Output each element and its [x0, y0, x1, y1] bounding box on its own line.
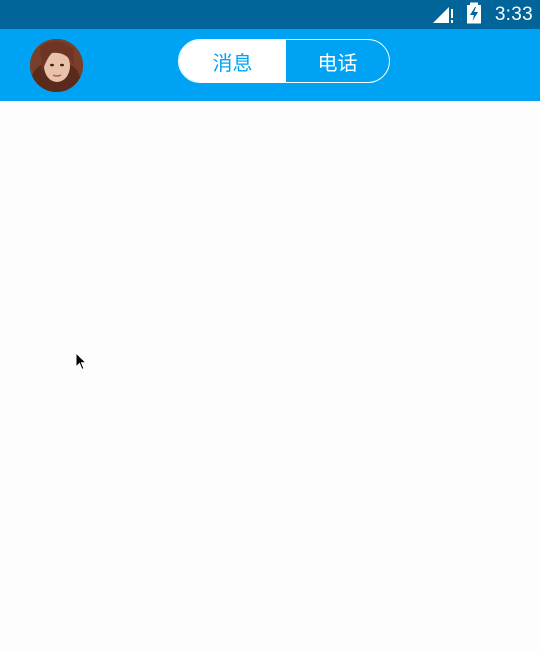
status-bar: 3:33 — [0, 0, 540, 29]
signal-icon — [433, 7, 453, 23]
tab-calls[interactable]: 电话 — [286, 40, 389, 82]
app-bar: 消息 电话 — [0, 29, 540, 101]
status-time: 3:33 — [494, 4, 533, 25]
user-avatar[interactable] — [30, 39, 83, 92]
tab-messages[interactable]: 消息 — [179, 40, 286, 82]
battery-charging-icon — [467, 2, 481, 24]
mouse-cursor-icon — [75, 352, 87, 371]
avatar-image — [30, 39, 83, 92]
tab-switcher: 消息 电话 — [178, 39, 390, 83]
content-area — [0, 101, 540, 650]
